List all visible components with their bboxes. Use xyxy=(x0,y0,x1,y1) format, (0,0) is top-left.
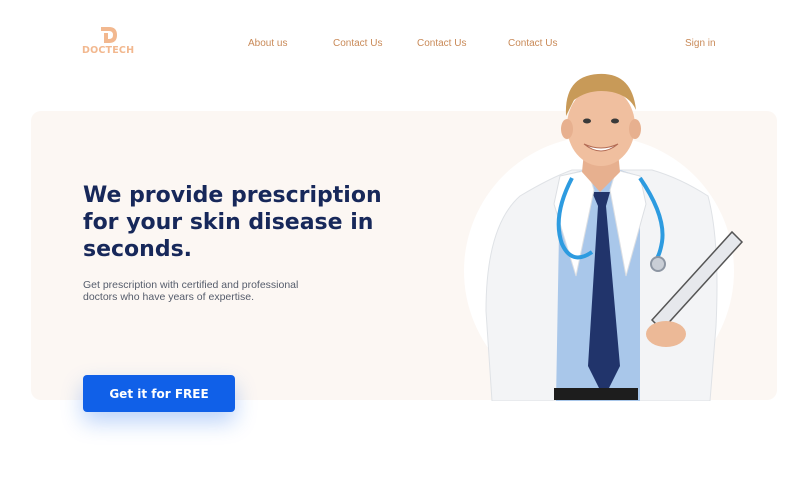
get-it-free-button[interactable]: Get it for FREE xyxy=(83,375,235,412)
nav-contact-us-1[interactable]: Contact Us xyxy=(333,38,382,49)
nav-about-us[interactable]: About us xyxy=(248,38,287,49)
doctor-portrait-icon xyxy=(485,73,744,401)
logo-d-icon xyxy=(101,27,117,43)
nav-contact-us-2[interactable]: Contact Us xyxy=(417,38,466,49)
nav-contact-us-3[interactable]: Contact Us xyxy=(508,38,557,49)
hero-subtext: Get prescription with certified and prof… xyxy=(83,279,299,303)
brand-logo[interactable]: DOCTECH xyxy=(82,26,134,58)
sign-in-link[interactable]: Sign in xyxy=(685,38,716,49)
hero-headline: We provide prescription for your skin di… xyxy=(83,183,382,262)
brand-name: DOCTECH xyxy=(82,45,135,56)
